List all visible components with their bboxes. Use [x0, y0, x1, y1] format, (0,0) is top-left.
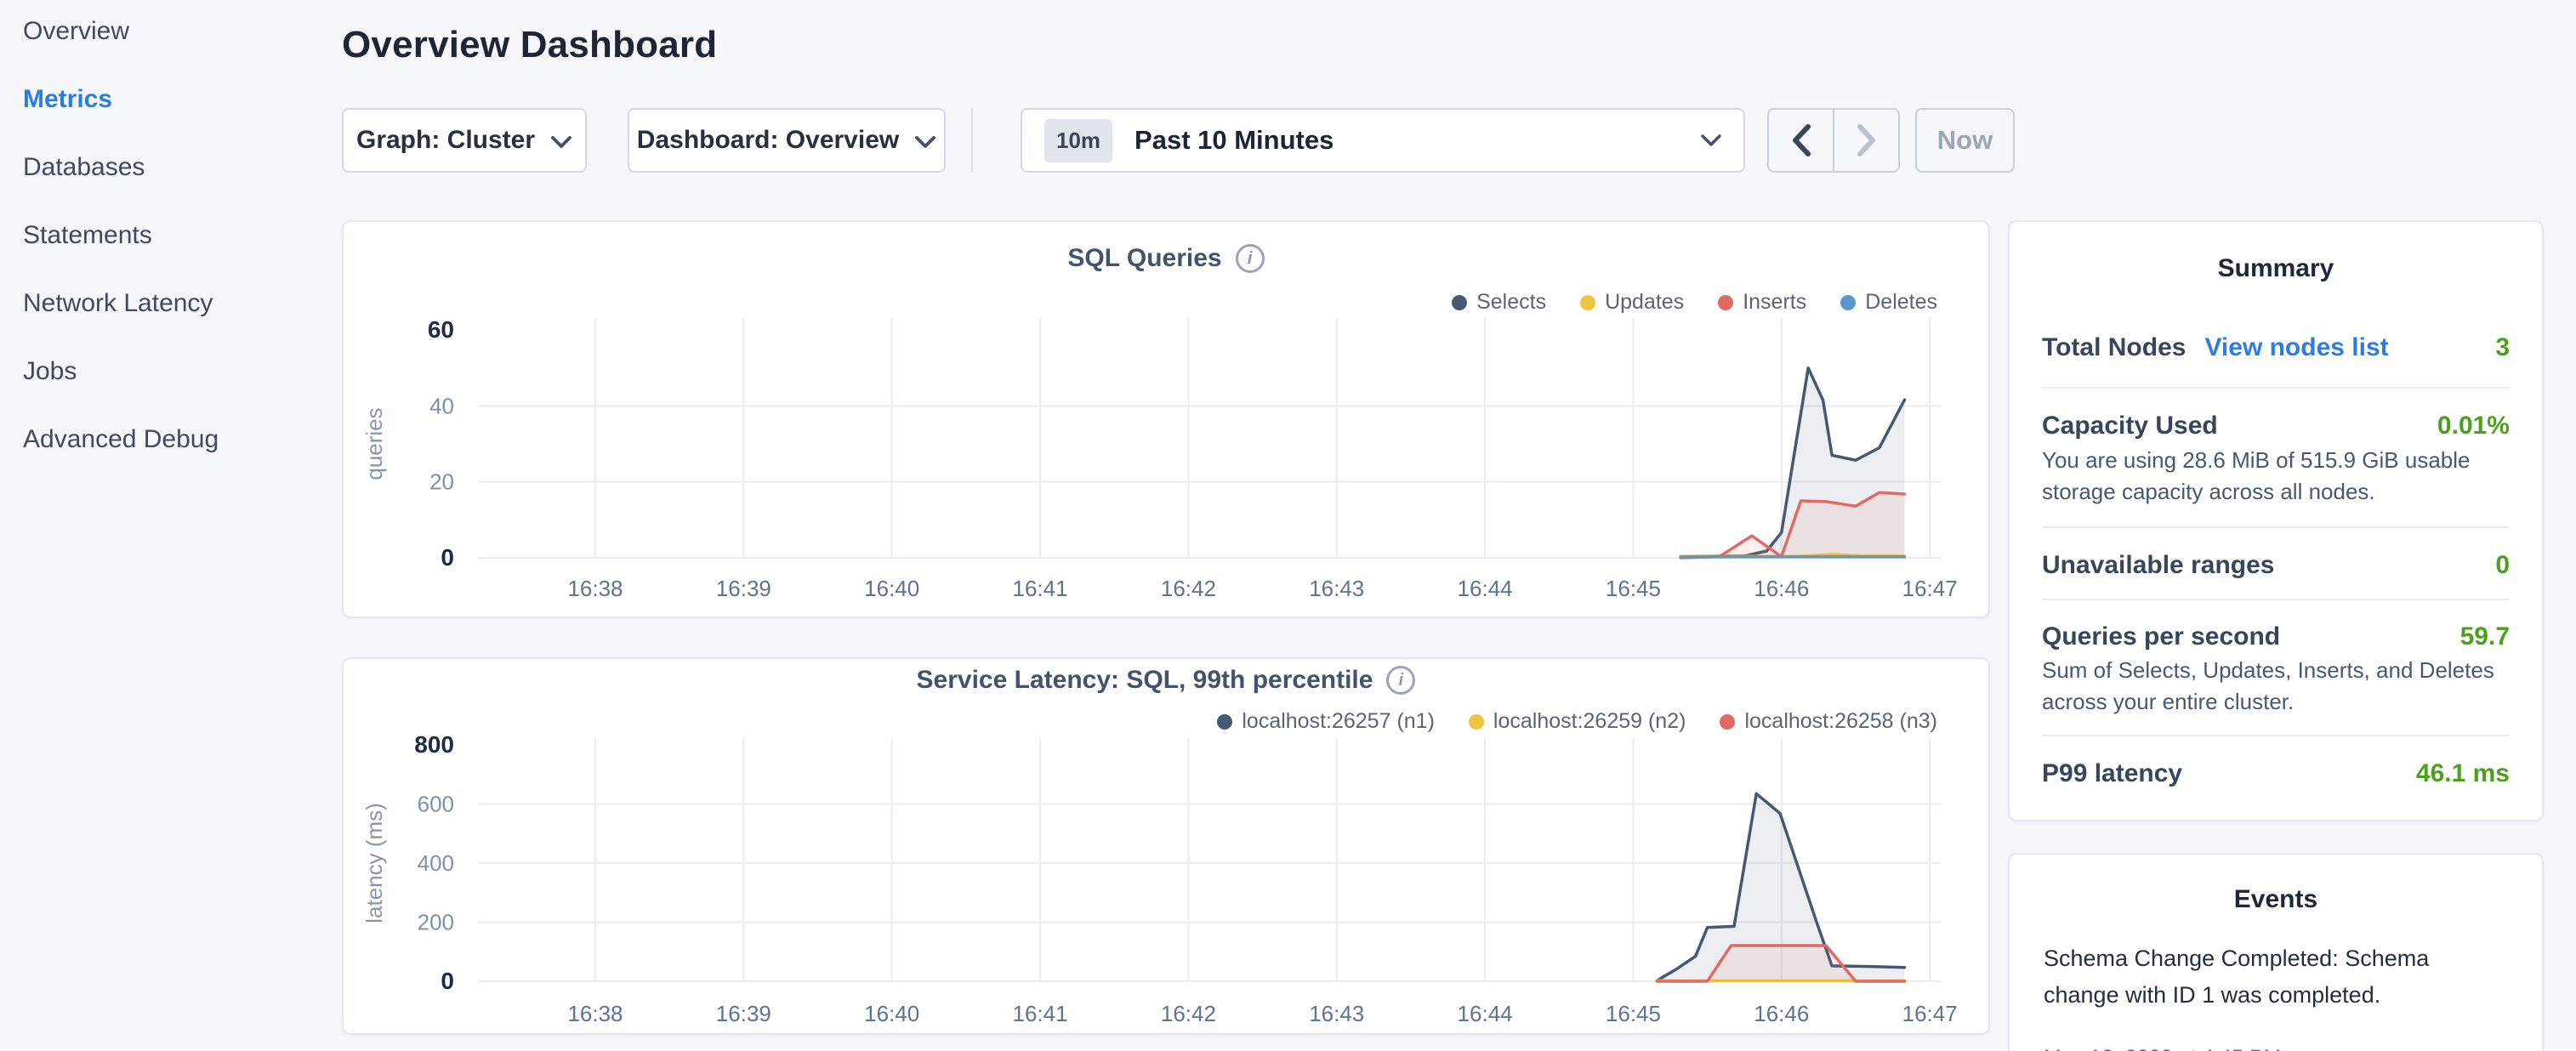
events-panel-title: Events	[2010, 885, 2542, 914]
service-latency-chart-card: Service Latency: SQL, 99th percentile i …	[342, 657, 1990, 1035]
sql-queries-plot[interactable]: 16:38 16:39 16:40 16:41 16:42 16:43 16:44 16:45…	[344, 222, 1992, 620]
x-tick-label: 16:43	[1309, 576, 1364, 601]
page-title: Overview Dashboard	[342, 24, 717, 66]
summary-panel-title: Summary	[2010, 254, 2542, 283]
x-tick-label: 16:44	[1458, 576, 1513, 601]
view-nodes-list-link[interactable]: View nodes list	[2204, 333, 2388, 362]
x-tick-label: 16:42	[1161, 576, 1216, 601]
y-tick-label: 0	[441, 968, 454, 994]
chevron-down-icon	[550, 135, 572, 149]
graph-scope-dropdown-label: Graph: Cluster	[356, 126, 535, 155]
y-tick-label: 800	[414, 731, 454, 758]
summary-row-total-nodes: Total Nodes View nodes list 3	[2042, 329, 2510, 366]
divider	[2042, 526, 2510, 528]
summary-label: Unavailable ranges	[2042, 551, 2274, 580]
events-panel: Events Schema Change Completed: Schema c…	[2008, 853, 2544, 1051]
y-axis-label: queries	[361, 407, 387, 480]
x-tick-label: 16:46	[1754, 1001, 1809, 1026]
x-tick-label: 16:47	[1902, 1001, 1958, 1026]
x-tick-label: 16:39	[716, 1001, 771, 1026]
summary-row-queries-per-second: Queries per second 59.7	[2042, 618, 2510, 656]
x-tick-label: 16:41	[1013, 1001, 1068, 1026]
event-timestamp: May 13, 2020 at 4:45 PM	[2044, 1046, 2281, 1051]
divider	[2042, 387, 2510, 389]
summary-row-capacity-used: Capacity Used 0.01%	[2042, 407, 2510, 445]
summary-label: P99 latency	[2042, 759, 2182, 788]
sidebar-item-statements[interactable]: Statements	[23, 211, 152, 260]
summary-value: 0	[2495, 551, 2510, 580]
event-item[interactable]: Schema Change Completed: Schema change w…	[2044, 940, 2469, 1014]
x-tick-label: 16:46	[1754, 576, 1809, 601]
time-range-badge: 10m	[1044, 119, 1112, 162]
dashboard-dropdown-label: Dashboard: Overview	[637, 126, 899, 155]
chevron-left-icon	[1792, 124, 1811, 156]
summary-value: 3	[2495, 333, 2510, 362]
y-tick-label: 600	[418, 792, 454, 817]
sidebar-item-jobs[interactable]: Jobs	[23, 347, 77, 396]
time-range-label: Past 10 Minutes	[1134, 125, 1701, 156]
summary-label: Total Nodes	[2042, 333, 2186, 362]
summary-value: 59.7	[2460, 622, 2510, 651]
x-tick-label: 16:38	[567, 1001, 623, 1026]
sidebar-item-network-latency[interactable]: Network Latency	[23, 279, 213, 328]
x-tick-label: 16:38	[567, 576, 623, 601]
y-tick-label: 200	[418, 910, 454, 935]
service-latency-plot[interactable]: 16:38 16:39 16:40 16:41 16:42 16:43 16:44 16:45…	[344, 659, 1992, 1037]
controls-divider	[971, 108, 973, 173]
sidebar-item-overview[interactable]: Overview	[23, 7, 129, 56]
x-tick-label: 16:40	[864, 1001, 919, 1026]
now-button-label: Now	[1937, 125, 1993, 156]
sql-queries-chart-card: SQL Queries i SelectsUpdatesInsertsDelet…	[342, 220, 1990, 618]
divider	[2042, 735, 2510, 736]
sidebar-item-databases[interactable]: Databases	[23, 143, 145, 192]
summary-row-p99-latency: P99 latency 46.1 ms	[2042, 755, 2510, 793]
y-tick-label: 60	[428, 316, 454, 343]
divider	[2042, 599, 2510, 600]
summary-label: Queries per second	[2042, 622, 2280, 651]
summary-label: Capacity Used	[2042, 412, 2218, 440]
y-tick-label: 0	[441, 544, 454, 571]
x-tick-label: 16:42	[1161, 1001, 1216, 1026]
now-button[interactable]: Now	[1915, 108, 2015, 173]
y-tick-label: 400	[418, 850, 454, 876]
summary-panel: Summary Total Nodes View nodes list 3 Ca…	[2008, 220, 2544, 821]
db-console-metrics-page: Overview Metrics Databases Statements Networ…	[0, 0, 2576, 1051]
dashboard-dropdown[interactable]: Dashboard: Overview	[628, 108, 946, 173]
x-tick-label: 16:43	[1309, 1001, 1364, 1026]
chevron-right-icon	[1857, 124, 1876, 156]
time-range-dropdown[interactable]: 10m Past 10 Minutes	[1021, 108, 1745, 173]
graph-scope-dropdown[interactable]: Graph: Cluster	[342, 108, 587, 173]
x-tick-label: 16:45	[1606, 576, 1661, 601]
summary-description: You are using 28.6 MiB of 515.9 GiB usab…	[2042, 445, 2518, 508]
y-tick-label: 40	[429, 393, 454, 418]
y-tick-label: 20	[429, 469, 454, 495]
time-nav-group	[1767, 108, 1900, 173]
sidebar-item-advanced-debug[interactable]: Advanced Debug	[23, 415, 219, 464]
y-axis-label: latency (ms)	[361, 803, 387, 923]
sidebar-item-metrics[interactable]: Metrics	[23, 75, 112, 124]
x-tick-label: 16:45	[1606, 1001, 1661, 1026]
x-tick-label: 16:39	[716, 576, 771, 601]
summary-value: 0.01%	[2437, 412, 2510, 440]
x-tick-label: 16:47	[1902, 576, 1958, 601]
x-tick-label: 16:44	[1458, 1001, 1513, 1026]
summary-row-unavailable-ranges: Unavailable ranges 0	[2042, 547, 2510, 584]
x-tick-label: 16:40	[864, 576, 919, 601]
summary-description: Sum of Selects, Updates, Inserts, and De…	[2042, 655, 2518, 718]
chevron-down-icon	[1701, 134, 1721, 147]
summary-value: 46.1 ms	[2416, 759, 2510, 788]
chevron-down-icon	[914, 135, 936, 149]
time-next-button[interactable]	[1834, 108, 1900, 173]
x-tick-label: 16:41	[1013, 576, 1068, 601]
time-prev-button[interactable]	[1767, 108, 1834, 173]
